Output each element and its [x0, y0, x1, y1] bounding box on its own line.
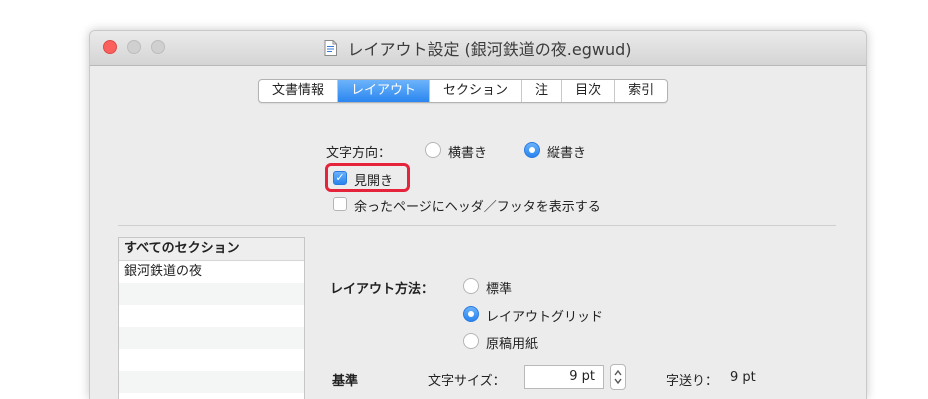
- layout-method-label: レイアウト方法：: [330, 282, 435, 297]
- header-footer-checkbox[interactable]: [333, 197, 347, 211]
- tab-bar: 文書情報 レイアウト セクション 注 目次 索引: [258, 79, 669, 103]
- tab-layout[interactable]: レイアウト: [338, 80, 431, 102]
- list-item[interactable]: 銀河鉄道の夜: [119, 261, 304, 283]
- list-item-empty: [119, 371, 304, 393]
- radio-manuscript-label[interactable]: 原稿用紙: [486, 333, 538, 352]
- radio-vertical-label[interactable]: 縦書き: [547, 142, 586, 161]
- tab-index[interactable]: 索引: [615, 80, 667, 102]
- radio-manuscript[interactable]: [463, 333, 479, 349]
- radio-standard-label[interactable]: 標準: [486, 278, 512, 297]
- list-item-empty: [119, 349, 304, 371]
- radio-vertical[interactable]: [524, 142, 540, 158]
- window-title: レイアウト設定 (銀河鉄道の夜.egwud): [347, 40, 632, 59]
- list-item-empty: [119, 283, 304, 305]
- char-size-input[interactable]: 9 pt: [524, 365, 604, 389]
- radio-horizontal[interactable]: [425, 142, 441, 158]
- char-advance-value: 9 pt: [730, 370, 756, 385]
- base-label: 基準: [332, 374, 359, 389]
- char-size-stepper[interactable]: [610, 364, 626, 390]
- char-size-label: 文字サイズ：: [428, 374, 506, 389]
- document-icon: [324, 40, 338, 56]
- section-list-header[interactable]: すべてのセクション: [119, 238, 304, 261]
- spread-checkbox-label[interactable]: 見開き: [354, 170, 393, 189]
- tab-section[interactable]: セクション: [430, 80, 523, 102]
- radio-horizontal-label[interactable]: 横書き: [448, 142, 487, 161]
- radio-layout-grid[interactable]: [463, 306, 479, 322]
- title-bar[interactable]: レイアウト設定 (銀河鉄道の夜.egwud): [90, 31, 866, 66]
- radio-standard[interactable]: [463, 278, 479, 294]
- tab-toc[interactable]: 目次: [562, 80, 616, 102]
- list-item-empty: [119, 327, 304, 349]
- section-list[interactable]: すべてのセクション 銀河鉄道の夜: [118, 237, 305, 399]
- stepper-arrows-icon: [614, 369, 622, 385]
- text-direction-label: 文字方向：: [326, 146, 392, 161]
- char-advance-label: 字送り：: [666, 374, 719, 389]
- section-divider: [118, 225, 836, 226]
- list-item-empty: [119, 393, 304, 399]
- spread-checkbox[interactable]: ✓: [333, 171, 347, 185]
- header-footer-checkbox-label[interactable]: 余ったページにヘッダ／フッタを表示する: [354, 196, 601, 215]
- layout-settings-window: レイアウト設定 (銀河鉄道の夜.egwud) 文書情報 レイアウト セクション …: [89, 30, 867, 399]
- tab-document-info[interactable]: 文書情報: [259, 80, 339, 102]
- radio-layout-grid-label[interactable]: レイアウトグリッド: [486, 306, 603, 325]
- tab-notes[interactable]: 注: [522, 80, 563, 102]
- list-item-empty: [119, 305, 304, 327]
